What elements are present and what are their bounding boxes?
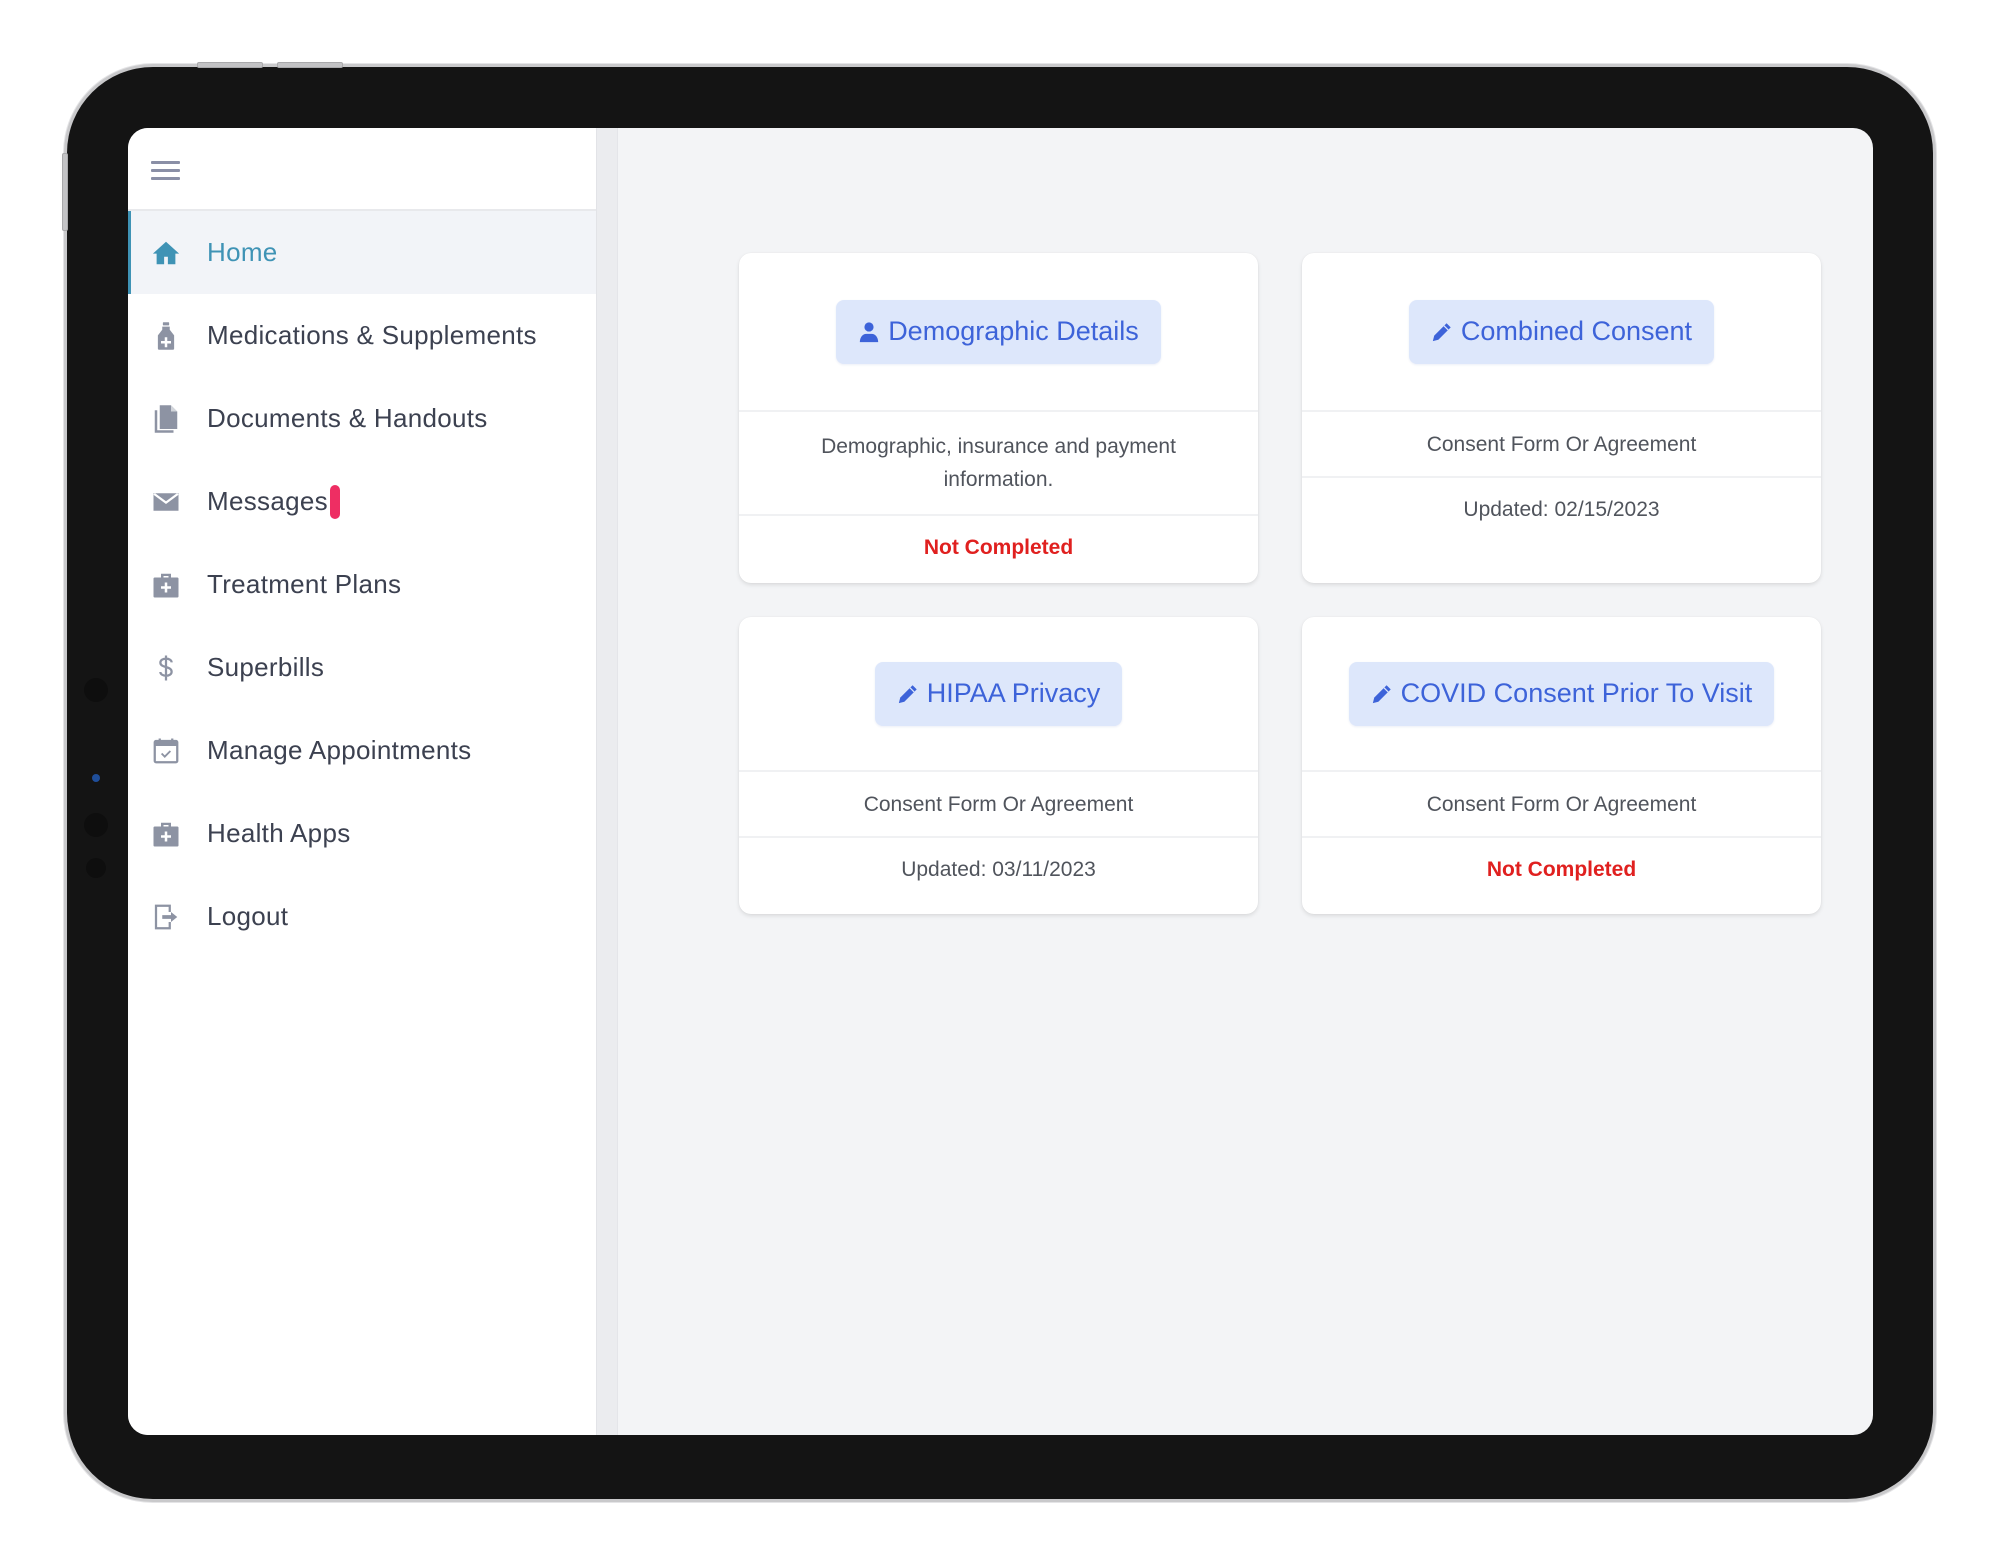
sidebar-item-label: Documents & Handouts — [207, 403, 488, 433]
card-description: Consent Form Or Agreement — [1302, 412, 1821, 478]
sidebar-divider — [596, 128, 618, 1435]
covid-consent-button[interactable]: COVID Consent Prior To Visit — [1348, 661, 1775, 726]
status-badge: Not Completed — [1486, 858, 1637, 881]
sidebar-header — [128, 128, 596, 211]
sensor-dot — [84, 678, 108, 702]
camera-lens — [92, 774, 100, 782]
sidebar-item-documents[interactable]: Documents & Handouts — [128, 377, 596, 460]
status-text: Updated: 03/11/2023 — [901, 858, 1096, 881]
form-card: Combined Consent Consent Form Or Agreeme… — [1302, 253, 1821, 583]
sidebar-item-messages[interactable]: Messages — [128, 460, 596, 543]
sidebar-item-label: Logout — [207, 901, 289, 931]
pencil-icon — [898, 684, 917, 703]
form-card: COVID Consent Prior To Visit Consent For… — [1302, 617, 1821, 914]
sidebar-nav: Home Medications & Supplements Documents… — [128, 211, 596, 958]
sensor-dot — [86, 858, 106, 878]
dollar-icon — [150, 652, 182, 684]
pencil-icon — [1432, 322, 1451, 341]
card-description: Consent Form Or Agreement — [1302, 772, 1821, 838]
combined-consent-button[interactable]: Combined Consent — [1408, 299, 1715, 364]
form-card: HIPAA Privacy Consent Form Or Agreement … — [739, 617, 1258, 914]
unread-badge — [329, 484, 340, 519]
sidebar-item-logout[interactable]: Logout — [128, 875, 596, 958]
hamburger-icon[interactable] — [151, 161, 180, 181]
sidebar-item-health-apps[interactable]: Health Apps — [128, 792, 596, 875]
sidebar: Home Medications & Supplements Documents… — [128, 128, 596, 1435]
sidebar-item-home[interactable]: Home — [128, 211, 596, 294]
status-badge: Not Completed — [923, 536, 1074, 559]
status-text: Updated: 02/15/2023 — [1463, 498, 1660, 521]
medicine-bottle-icon — [150, 320, 182, 352]
card-description: Consent Form Or Agreement — [739, 772, 1258, 838]
sidebar-item-label: Treatment Plans — [207, 569, 402, 599]
documents-icon — [150, 403, 182, 435]
home-icon — [150, 237, 182, 269]
sidebar-item-label: Messages — [207, 486, 328, 516]
sidebar-item-superbills[interactable]: Superbills — [128, 626, 596, 709]
main-content: Demographic Details Demographic, insuran… — [618, 128, 1873, 1435]
sidebar-item-label: Home — [207, 237, 278, 267]
medical-kit-icon — [150, 569, 182, 601]
calendar-check-icon — [150, 735, 182, 767]
card-description: Demographic, insurance and payment infor… — [739, 412, 1258, 516]
volume-button — [197, 62, 263, 68]
user-icon — [860, 321, 879, 342]
power-button — [62, 153, 68, 231]
medical-kit-icon — [150, 818, 182, 850]
demographic-details-button[interactable]: Demographic Details — [836, 299, 1161, 364]
sidebar-item-label: Superbills — [207, 652, 325, 682]
envelope-icon — [150, 486, 182, 518]
app-screen: Home Medications & Supplements Documents… — [128, 128, 1873, 1435]
sidebar-item-treatment-plans[interactable]: Treatment Plans — [128, 543, 596, 626]
pencil-icon — [1372, 684, 1391, 703]
sidebar-item-label: Manage Appointments — [207, 735, 472, 765]
sidebar-item-appointments[interactable]: Manage Appointments — [128, 709, 596, 792]
volume-button — [277, 62, 343, 68]
logout-icon — [150, 901, 182, 933]
sidebar-item-medications[interactable]: Medications & Supplements — [128, 294, 596, 377]
sidebar-item-label: Health Apps — [207, 818, 351, 848]
sidebar-item-label: Medications & Supplements — [207, 320, 537, 350]
form-card: Demographic Details Demographic, insuran… — [739, 253, 1258, 583]
hipaa-privacy-button[interactable]: HIPAA Privacy — [874, 661, 1123, 726]
sensor-dot — [84, 813, 108, 837]
